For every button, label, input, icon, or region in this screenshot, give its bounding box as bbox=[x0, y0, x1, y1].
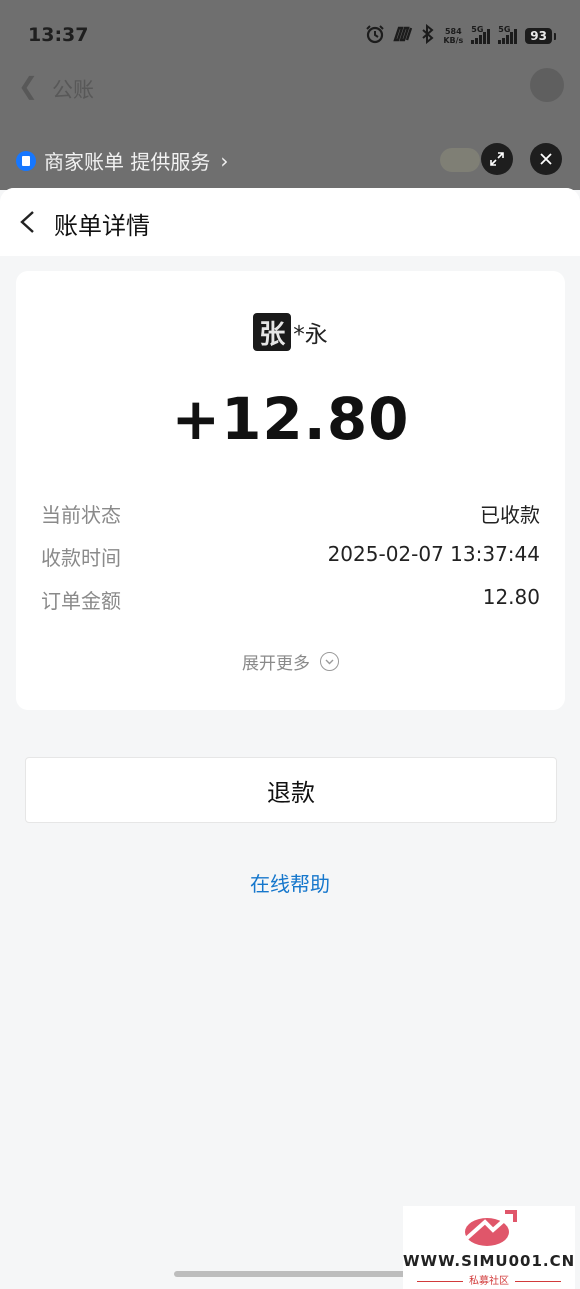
page-title: 账单详情 bbox=[54, 212, 150, 240]
detail-label: 当前状态 bbox=[41, 503, 121, 527]
sim1-label: 5G bbox=[471, 25, 484, 34]
detail-row-time: 收款时间 2025-02-07 13:37:44 bbox=[41, 542, 540, 571]
status-bar: 13:37 584 KB/s 5G 5G 93 bbox=[0, 0, 580, 70]
net-speed: 584 KB/s bbox=[443, 27, 463, 45]
watermark-text: WWW.SIMU001.CN bbox=[403, 1252, 576, 1270]
detail-row-amount: 订单金额 12.80 bbox=[41, 585, 540, 614]
sim2-label: 5G bbox=[498, 25, 511, 34]
mini-program-label: 商家账单 提供服务 bbox=[44, 150, 211, 174]
blurred-element bbox=[440, 148, 480, 172]
detail-value: 2025-02-07 13:37:44 bbox=[327, 542, 540, 566]
alarm-icon bbox=[365, 24, 385, 48]
detail-label: 收款时间 bbox=[41, 546, 121, 570]
detail-row-status: 当前状态 已收款 bbox=[41, 499, 540, 528]
payer: 张 *永 bbox=[16, 313, 565, 351]
nfc-icon bbox=[393, 26, 413, 46]
chevron-right-icon: › bbox=[220, 148, 229, 173]
refund-button[interactable]: 退款 bbox=[25, 757, 557, 823]
online-help-link[interactable]: 在线帮助 bbox=[0, 868, 580, 897]
mini-program-service-link[interactable]: 商家账单 提供服务 › bbox=[16, 146, 228, 175]
amount: +12.80 bbox=[171, 385, 410, 453]
battery-icon: 93 bbox=[525, 28, 556, 44]
home-indicator[interactable] bbox=[174, 1271, 406, 1277]
payer-name: *永 bbox=[293, 322, 328, 348]
back-button[interactable] bbox=[18, 210, 40, 234]
chevron-left-icon bbox=[20, 211, 34, 233]
merchant-bill-logo-icon bbox=[16, 150, 36, 171]
signal-sim1-icon: 5G bbox=[471, 25, 491, 44]
background-app-title: 公账 bbox=[52, 78, 94, 102]
background-back-icon: ❮ bbox=[18, 72, 39, 100]
bill-detail-sheet: 账单详情 张 *永 +12.80 当前状态 已收款 收款时间 2025-02-0… bbox=[0, 188, 580, 1289]
signal-sim2-icon: 5G bbox=[498, 25, 518, 44]
watermark-logo-icon bbox=[465, 1210, 517, 1246]
watermark-subtext: 私募社区 bbox=[403, 1272, 575, 1287]
status-icons: 584 KB/s 5G 5G 93 bbox=[365, 23, 556, 48]
status-time: 13:37 bbox=[28, 24, 89, 46]
expand-more-button[interactable]: 展开更多 bbox=[16, 649, 565, 674]
watermark: WWW.SIMU001.CN 私募社区 bbox=[403, 1206, 575, 1289]
bluetooth-icon bbox=[421, 23, 435, 48]
background-menu-icon bbox=[530, 68, 564, 102]
chevron-down-icon bbox=[320, 652, 339, 671]
avatar: 张 bbox=[253, 313, 292, 351]
detail-value: 12.80 bbox=[482, 585, 540, 609]
net-speed-value: 584 bbox=[444, 27, 462, 36]
expand-more-label: 展开更多 bbox=[242, 654, 310, 674]
bill-card: 张 *永 +12.80 当前状态 已收款 收款时间 2025-02-07 13:… bbox=[16, 271, 565, 710]
nav-bar: 账单详情 bbox=[0, 188, 580, 256]
expand-button[interactable] bbox=[481, 143, 513, 175]
detail-value: 已收款 bbox=[480, 503, 540, 527]
expand-icon bbox=[490, 152, 504, 166]
close-icon bbox=[540, 153, 552, 165]
close-button[interactable] bbox=[530, 143, 562, 175]
net-speed-unit: KB/s bbox=[443, 36, 464, 45]
detail-label: 订单金额 bbox=[41, 589, 121, 613]
